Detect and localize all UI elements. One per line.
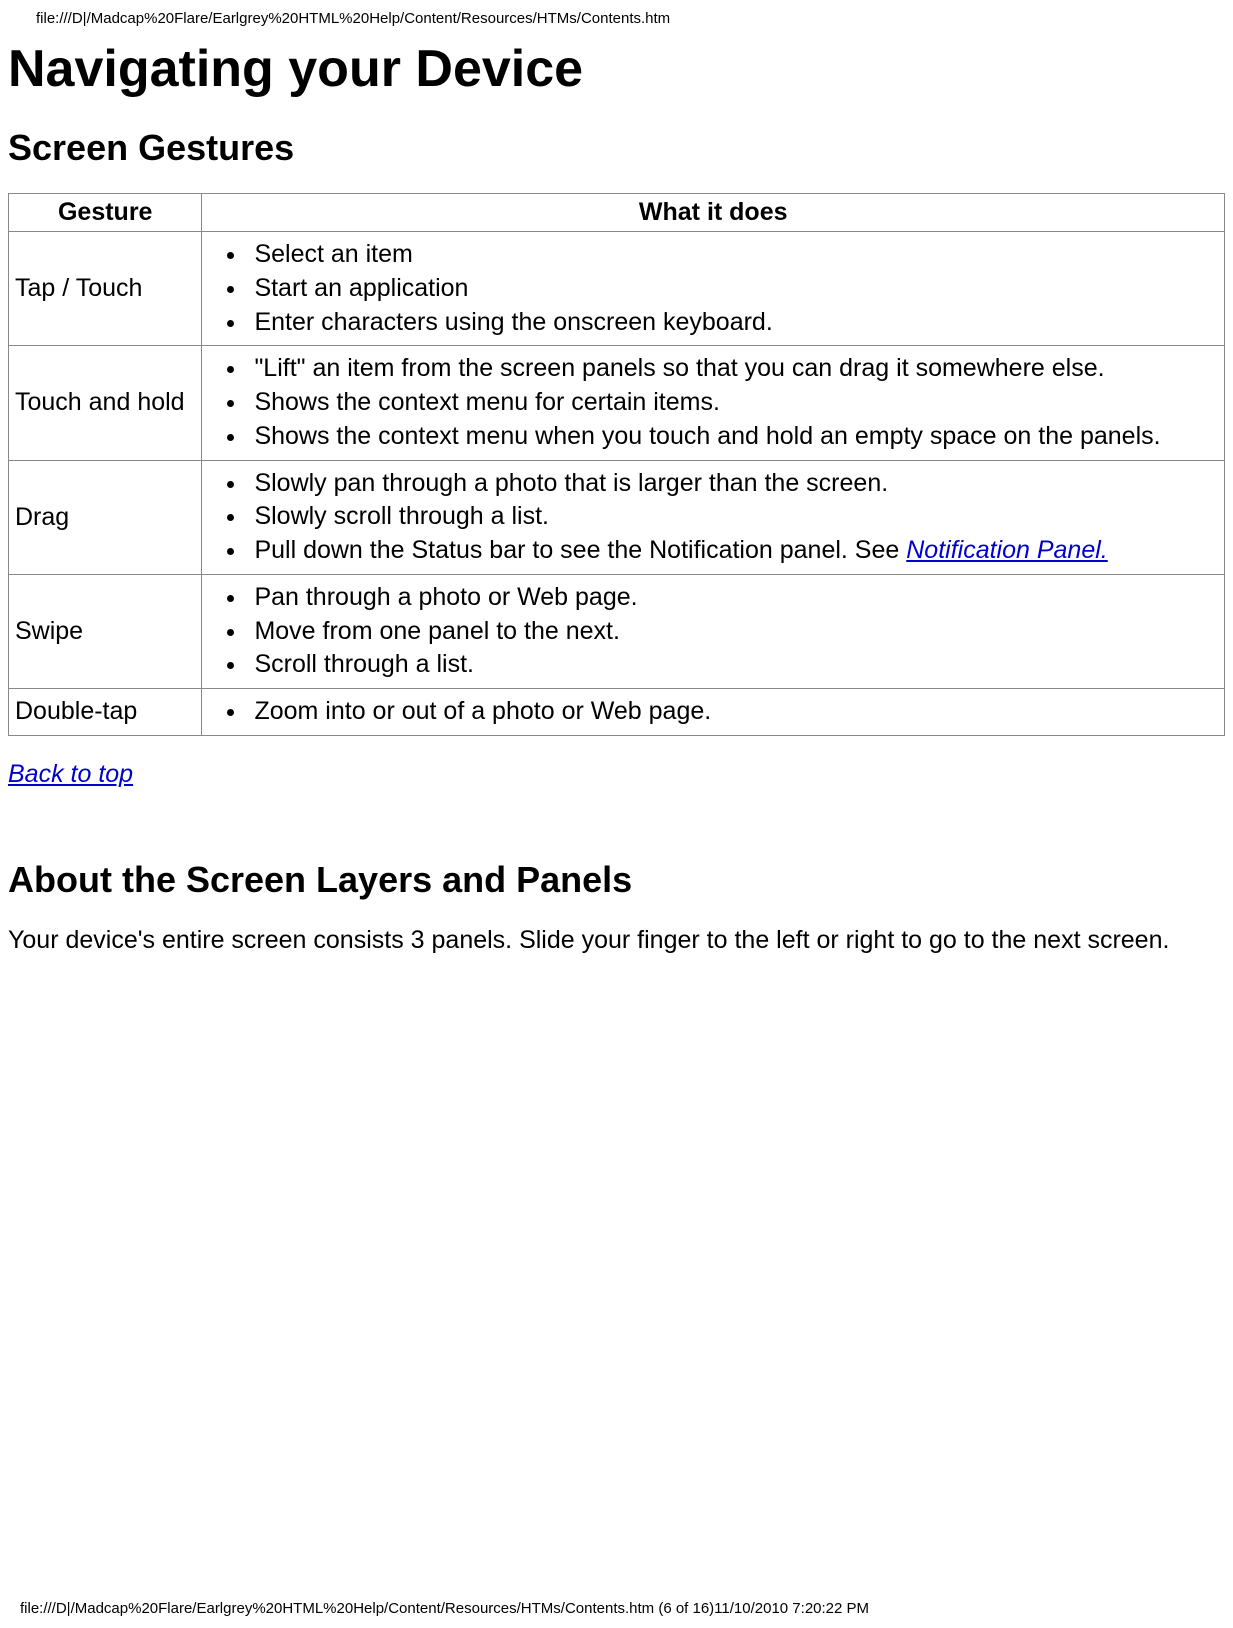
gesture-cell: Drag bbox=[9, 460, 202, 574]
list-item: Slowly scroll through a list. bbox=[248, 500, 1218, 534]
table-row: Double-tap Zoom into or out of a photo o… bbox=[9, 689, 1225, 736]
list-item: Move from one panel to the next. bbox=[248, 615, 1218, 649]
what-cell: Zoom into or out of a photo or Web page. bbox=[202, 689, 1225, 736]
table-header-what: What it does bbox=[202, 194, 1225, 232]
table-header-gesture: Gesture bbox=[9, 194, 202, 232]
gesture-cell: Swipe bbox=[9, 574, 202, 688]
table-row: Swipe Pan through a photo or Web page. M… bbox=[9, 574, 1225, 688]
back-to-top-link[interactable]: Back to top bbox=[8, 760, 133, 788]
what-cell: "Lift" an item from the screen panels so… bbox=[202, 346, 1225, 460]
list-item: Select an item bbox=[248, 238, 1218, 272]
page-title: Navigating your Device bbox=[8, 39, 1225, 99]
list-item: Pan through a photo or Web page. bbox=[248, 581, 1218, 615]
gesture-cell: Double-tap bbox=[9, 689, 202, 736]
list-item: Shows the context menu for certain items… bbox=[248, 386, 1218, 420]
list-item: Zoom into or out of a photo or Web page. bbox=[248, 695, 1218, 729]
gestures-table: Gesture What it does Tap / Touch Select … bbox=[8, 193, 1225, 736]
list-item: Enter characters using the onscreen keyb… bbox=[248, 306, 1218, 340]
body-paragraph: Your device's entire screen consists 3 p… bbox=[8, 925, 1225, 956]
list-item: Start an application bbox=[248, 272, 1218, 306]
list-item: Slowly pan through a photo that is large… bbox=[248, 467, 1218, 501]
notification-panel-link[interactable]: Notification Panel. bbox=[906, 536, 1108, 564]
what-cell: Pan through a photo or Web page. Move fr… bbox=[202, 574, 1225, 688]
list-item: Shows the context menu when you touch an… bbox=[248, 420, 1218, 454]
gesture-cell: Touch and hold bbox=[9, 346, 202, 460]
list-item: Scroll through a list. bbox=[248, 648, 1218, 682]
footer-file-path: file:///D|/Madcap%20Flare/Earlgrey%20HTM… bbox=[0, 1600, 869, 1627]
section-screen-gestures: Screen Gestures bbox=[8, 127, 1225, 169]
gesture-cell: Tap / Touch bbox=[9, 232, 202, 346]
table-row: Tap / Touch Select an item Start an appl… bbox=[9, 232, 1225, 346]
table-row: Drag Slowly pan through a photo that is … bbox=[9, 460, 1225, 574]
what-cell: Select an item Start an application Ente… bbox=[202, 232, 1225, 346]
list-item: Pull down the Status bar to see the Noti… bbox=[248, 534, 1218, 568]
list-item: "Lift" an item from the screen panels so… bbox=[248, 352, 1218, 386]
table-row: Touch and hold "Lift" an item from the s… bbox=[9, 346, 1225, 460]
header-file-path: file:///D|/Madcap%20Flare/Earlgrey%20HTM… bbox=[8, 0, 1225, 27]
what-cell: Slowly pan through a photo that is large… bbox=[202, 460, 1225, 574]
section-screen-layers: About the Screen Layers and Panels bbox=[8, 859, 1225, 901]
list-item-text: Pull down the Status bar to see the Noti… bbox=[254, 536, 906, 564]
